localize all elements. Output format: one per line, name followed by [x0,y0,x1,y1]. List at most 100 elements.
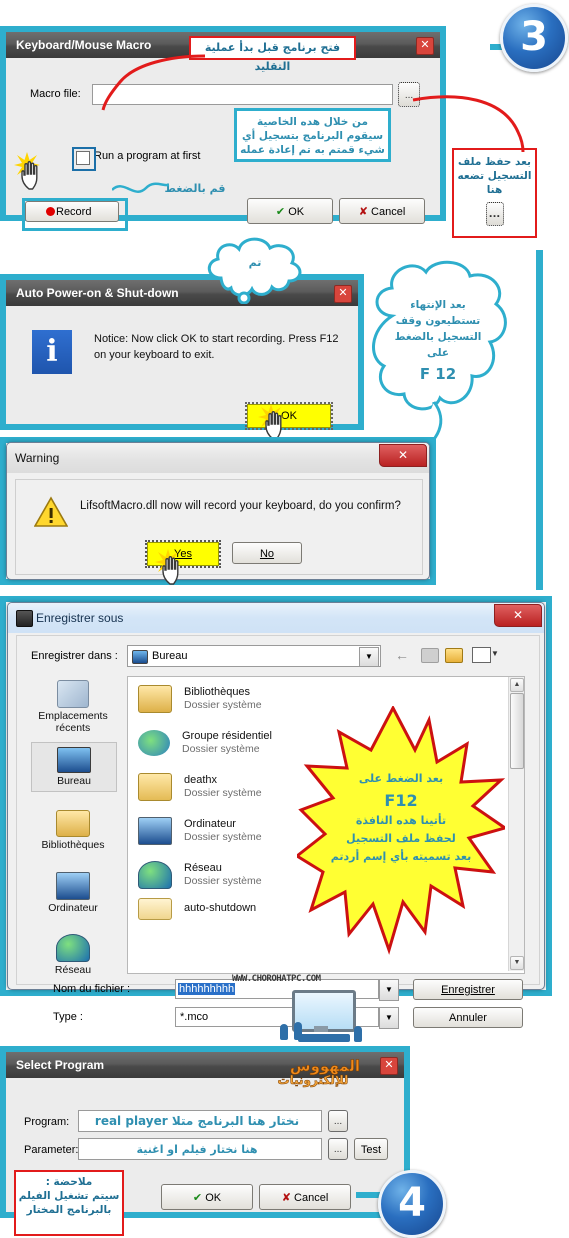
checkbox-highlight-box [72,147,96,171]
filename-label: Nom du fichier : [53,983,131,995]
list-item-sub: Dossier système [182,743,260,756]
network-icon [138,861,172,889]
annotation-arrow-to-checkbox [101,54,206,111]
list-item-sub: Dossier système [184,787,262,800]
views-icon[interactable] [472,647,491,663]
record-dot-icon [46,207,55,216]
place-recent-places[interactable]: Emplacements récents [31,680,115,734]
macro-cancel-button[interactable]: ✘ Cancel [339,198,425,224]
close-icon-glyph: ✕ [512,608,524,622]
select-cancel-button[interactable]: ✘ Cancel [259,1184,351,1210]
cloud-done-text: تم [248,256,262,269]
up-folder-icon[interactable] [421,648,439,663]
new-folder-icon[interactable] [445,648,463,663]
cross-icon: ✘ [358,206,368,218]
feature-note-line-3: شيء قمتم به تم إعادة عمله [240,144,385,157]
cloud-f12-line-4: على [426,347,450,359]
annotation-arrow-browse-to-note [412,95,525,153]
libraries-icon [138,685,172,713]
close-icon[interactable]: ✕ [416,37,434,55]
cloud-done-bubble: تم [199,232,311,304]
close-icon[interactable]: ✕ [494,604,542,627]
warning-no-label: No [259,548,275,560]
desktop-icon [132,650,148,664]
cloud-f12-key: F 12 [419,365,457,383]
run-program-checkbox-label: Run a program at first [94,150,201,162]
computer-icon [56,872,90,900]
cloud-f12-line-2: تستطيعون وقف [395,315,481,327]
hand-cursor-warning-yes-icon [162,555,179,585]
list-item-name: Réseau [184,861,222,874]
star-line-1: بعد الضغط على [358,772,444,785]
macro-ok-button[interactable]: ✔ OK [247,198,333,224]
close-icon[interactable]: ✕ [379,444,427,467]
parameter-input[interactable]: هنا نختار فيلم او اغنية [78,1138,322,1160]
scrollbar-thumb[interactable] [510,693,524,769]
list-item-name: deathx [184,773,218,786]
star-line-4: لحفظ ملف التسجيل [346,832,456,845]
views-chevron-down-icon[interactable]: ▼ [491,649,499,658]
check-icon: ✔ [192,1192,203,1204]
parameter-label: Parameter: [24,1144,79,1156]
warning-message: LifsoftMacro.dll now will record your ke… [80,500,401,512]
warning-dialog-titlebar: Warning ✕ [7,443,429,473]
feature-note-line-2: سيقوم البرنامج بتسجيل أي [241,130,384,143]
list-item-name: Ordinateur [184,817,236,830]
record-button[interactable]: Record [25,201,119,222]
record-button-label: Record [56,206,92,218]
notice-message: Notice: Now click OK to start recording.… [94,333,339,361]
annotation-star-burst: بعد الضغط على F12 تأتينا هده النافذة لحف… [294,704,509,964]
warning-no-button[interactable]: No [232,542,302,564]
place-bureau[interactable]: Bureau [31,742,117,792]
note-title: ملاحضة : [45,1176,93,1188]
place-reseau[interactable]: Réseau [31,934,115,976]
type-chevron-down-icon[interactable]: ▼ [379,1007,399,1029]
libraries-icon [56,810,90,837]
program-browse-button[interactable]: ... [328,1110,348,1132]
save-here-line-2: التسجيل تضعه [457,170,532,183]
save-in-label: Enregistrer dans : [31,650,118,662]
warning-dialog: Warning ✕ LifsoftMacro.dll now will reco… [6,442,430,580]
place-bibliotheques[interactable]: Bibliothèques [31,810,115,851]
annotation-note-box: ملاحضة : سيتم تشغيل الفيلم بالبرنامج الم… [14,1170,124,1236]
save-in-combobox[interactable]: Bureau ▼ [127,645,381,667]
select-cancel-label: Cancel [294,1192,329,1204]
type-label: Type : [53,1011,83,1023]
close-icon[interactable]: ✕ [334,285,352,303]
filename-value: hhhhhhhhh [178,983,236,995]
place-ordinateur[interactable]: Ordinateur [31,872,115,914]
watermark: WWW.CHOROHATPC.COM [232,974,321,984]
computer-icon [138,817,172,845]
cloud-f12-line-3: التسجيل بالضغط [394,331,482,343]
save-here-line-1: بعد حفظ ملف [458,156,531,168]
cancel-button[interactable]: Annuler [413,1007,523,1028]
filename-chevron-down-icon[interactable]: ▼ [379,979,399,1001]
notice-dialog-body: i Notice: Now click OK to start recordin… [6,306,358,430]
select-ok-button[interactable]: ✔ OK [161,1184,253,1210]
close-icon-glyph: ✕ [397,448,409,462]
scroll-up-icon[interactable]: ▲ [510,678,524,692]
test-button[interactable]: Test [354,1138,388,1160]
annotation-save-file-here-note: بعد حفظ ملف التسجيل تضعه هنا ... [452,148,537,238]
place-label-line1: Bibliothèques [41,839,105,851]
notice-dialog-title: Auto Power-on & Shut-down [16,286,179,300]
network-icon [56,934,90,962]
places-bar: Emplacements récents Bureau Bibliothèque… [29,676,121,976]
program-value: نختار هنا البرنامج متلا real player [94,1114,300,1128]
file-list-scrollbar[interactable]: ▲ ▼ [508,677,524,971]
chevron-down-icon[interactable]: ▼ [359,647,379,667]
parameter-value: هنا نختار فيلم او اغنية [136,1143,258,1156]
folder-icon [138,898,172,920]
check-icon: ✔ [275,206,286,218]
scroll-down-icon[interactable]: ▼ [510,956,524,970]
homegroup-icon [138,730,170,756]
back-icon[interactable]: ← [395,647,409,663]
parameter-browse-button[interactable]: ... [328,1138,348,1160]
place-label-line1: Emplacements [38,710,108,722]
save-button[interactable]: Enregistrer [413,979,523,1000]
recent-places-icon [57,680,89,708]
save-in-value: Bureau [152,650,188,662]
annotation-browse-button-copy: ... [485,201,504,226]
save-disk-icon [16,610,33,627]
program-input[interactable]: نختار هنا البرنامج متلا real player [78,1110,322,1132]
